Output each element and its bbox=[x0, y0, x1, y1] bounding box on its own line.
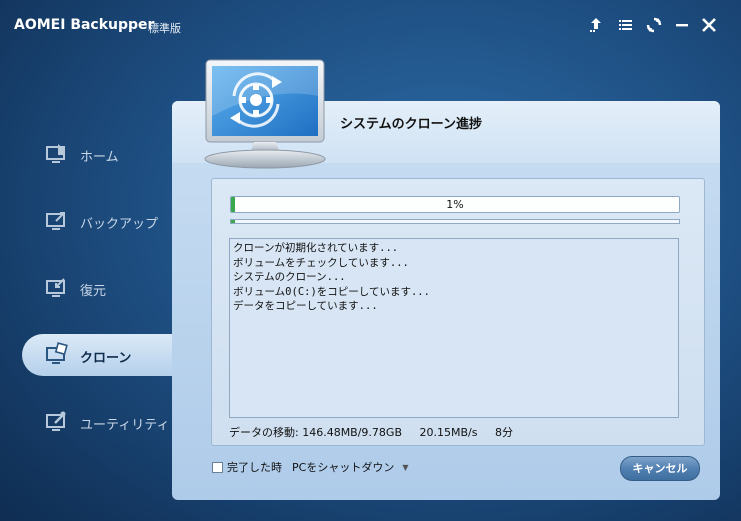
log-line: ボリューム0(C:)をコピーしています... bbox=[233, 285, 430, 298]
progress-percent: 1% bbox=[446, 198, 464, 211]
sidebar-item-clone[interactable]: クローン bbox=[22, 334, 182, 376]
sidebar-item-backup[interactable]: バックアップ bbox=[22, 200, 172, 242]
progress-bar: 1% bbox=[230, 196, 680, 213]
sidebar-item-utilities[interactable]: ユーティリティ bbox=[22, 401, 172, 443]
minimize-icon[interactable] bbox=[671, 14, 693, 36]
transfer-speed: 20.15MB/s bbox=[419, 426, 478, 439]
clone-icon bbox=[44, 342, 70, 368]
sidebar-item-label: 復元 bbox=[80, 284, 107, 299]
sidebar-item-restore[interactable]: 復元 bbox=[22, 267, 172, 309]
transfer-status: データの移動: 146.48MB/9.78GB 20.15MB/s 8分 bbox=[229, 424, 527, 440]
shutdown-checkbox[interactable] bbox=[212, 461, 223, 473]
shutdown-option: 完了した時 PCをシャットダウン ▼ bbox=[212, 459, 408, 475]
transfer-amount: データの移動: 146.48MB/9.78GB bbox=[229, 426, 402, 439]
sidebar-item-home[interactable]: ホーム bbox=[22, 133, 172, 175]
refresh-icon[interactable] bbox=[643, 14, 665, 36]
time-remaining: 8分 bbox=[494, 426, 513, 439]
app-window: AOMEI Backupper 標準版 ホーム バックアップ 復元 クローン ユ… bbox=[0, 0, 741, 521]
title-bar: AOMEI Backupper 標準版 bbox=[0, 0, 741, 52]
utilities-icon bbox=[44, 409, 70, 435]
backup-icon bbox=[44, 208, 70, 234]
log-line: データをコピーしています... bbox=[233, 300, 378, 312]
chevron-down-icon: ▼ bbox=[402, 462, 409, 472]
sub-progress-bar bbox=[230, 219, 680, 224]
close-icon[interactable] bbox=[698, 14, 720, 36]
sidebar-item-label: ユーティリティ bbox=[80, 418, 170, 433]
home-icon bbox=[44, 141, 70, 167]
progress-box: 1% クローンが初期化されています... ボリュームをチェックしています... … bbox=[211, 178, 705, 446]
monitor-illustration bbox=[198, 56, 330, 172]
restore-icon bbox=[44, 275, 70, 301]
menu-icon[interactable] bbox=[614, 14, 636, 36]
log-line: システムのクローン... bbox=[233, 271, 346, 283]
sub-progress-fill bbox=[231, 220, 236, 223]
shutdown-action-value: PCをシャットダウン bbox=[292, 461, 395, 474]
log-line: ボリュームをチェックしています... bbox=[233, 256, 409, 269]
app-edition: 標準版 bbox=[148, 22, 181, 35]
shutdown-label: 完了した時 bbox=[227, 461, 282, 474]
app-title: AOMEI Backupper bbox=[14, 17, 155, 33]
sidebar-item-label: ホーム bbox=[80, 150, 119, 165]
upgrade-icon[interactable] bbox=[585, 14, 607, 36]
sidebar-item-label: バックアップ bbox=[80, 217, 159, 232]
cancel-button[interactable]: キャンセル bbox=[620, 456, 700, 481]
progress-log[interactable]: クローンが初期化されています... ボリュームをチェックしています... システ… bbox=[229, 238, 679, 418]
log-line: クローンが初期化されています... bbox=[233, 242, 399, 254]
sidebar-item-label: クローン bbox=[80, 351, 132, 366]
page-title: システムのクローン進捗 bbox=[340, 117, 482, 132]
shutdown-action-dropdown[interactable]: PCをシャットダウン ▼ bbox=[292, 459, 408, 475]
